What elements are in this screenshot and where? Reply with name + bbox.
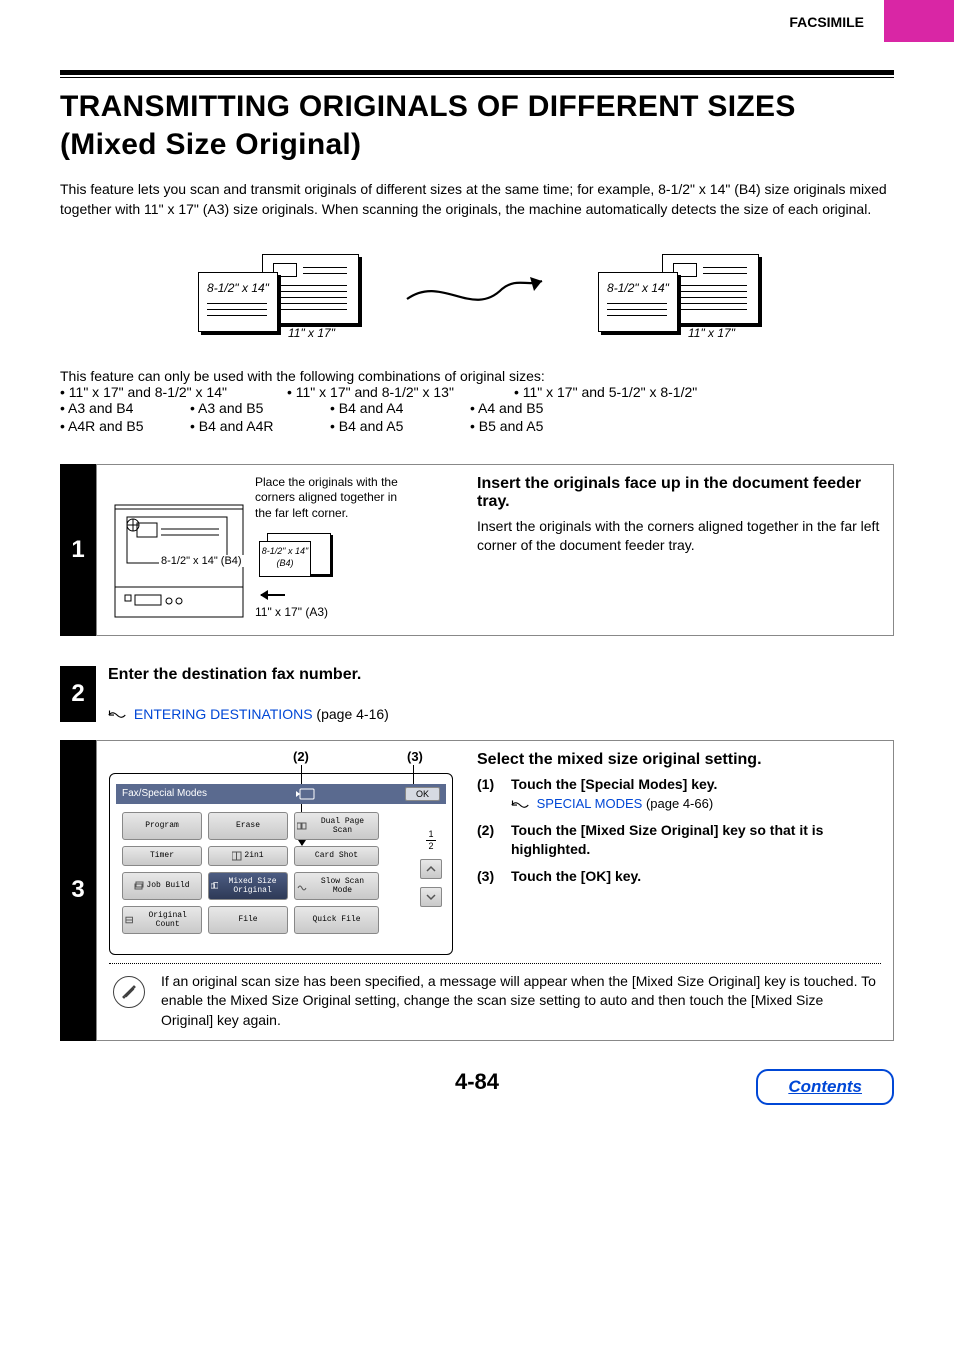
step1-body: Insert the originals with the corners al…	[477, 517, 881, 556]
two-in-one-icon	[232, 851, 242, 861]
intro-paragraph: This feature lets you scan and transmit …	[60, 179, 894, 220]
scroll-up-button[interactable]	[420, 859, 442, 879]
combo-r3c1: • A4R and B5	[60, 418, 190, 434]
back-icon	[296, 788, 316, 800]
section-color-tab	[884, 0, 954, 42]
combo-r3c4: • B5 and A5	[470, 418, 630, 434]
size-label-b2: 11" x 17"	[688, 326, 735, 340]
size-label-b: 11" x 17"	[288, 326, 335, 340]
step2-link-suffix: (page 4-16)	[313, 706, 389, 722]
paper-stack-right: 8-1/2" x 14" 11" x 17"	[592, 250, 762, 338]
dual-page-scan-button[interactable]: Dual Page Scan	[294, 812, 379, 840]
scroll-down-button[interactable]	[420, 887, 442, 907]
combo-r1c2: • 11" x 17" and 8-1/2" x 13"	[287, 384, 454, 400]
step3-item2-text: Touch the [Mixed Size Original] key so t…	[511, 821, 881, 859]
combos-intro: This feature can only be used with the f…	[60, 368, 894, 384]
pointer-icon	[511, 799, 529, 811]
note-icon	[113, 976, 145, 1008]
job-build-button[interactable]: Job Build	[122, 872, 202, 900]
step1-caption: Place the originals with the corners ali…	[255, 475, 405, 522]
combo-r3c3: • B4 and A5	[330, 418, 470, 434]
step3-heading: Select the mixed size original setting.	[477, 751, 881, 769]
size-label-a2: 8-1/2" x 14"	[599, 281, 677, 295]
entering-destinations-link[interactable]: ENTERING DESTINATIONS	[134, 706, 313, 722]
contents-button[interactable]: Contents	[756, 1069, 894, 1105]
pointer-icon	[108, 709, 126, 721]
combo-r2c4: • A4 and B5	[470, 400, 630, 416]
original-count-button[interactable]: Original Count	[122, 906, 202, 934]
page-ind-2: 2	[428, 841, 433, 851]
file-button[interactable]: File	[208, 906, 288, 934]
step3-item1-text: Touch the [Special Modes] key.	[511, 776, 717, 792]
step1-b4-italic: 8-1/2" x 14" (B4)	[260, 542, 310, 569]
step3-item3-num: (3)	[477, 867, 503, 886]
step1-a3-label: 11" x 17" (A3)	[255, 605, 328, 619]
printer-icon	[109, 475, 249, 625]
panel-title: Fax/Special Modes	[122, 788, 207, 799]
size-diagram: 8-1/2" x 14" 11" x 17"	[60, 250, 894, 338]
job-build-icon	[134, 881, 144, 891]
callout-3: (3)	[407, 749, 423, 764]
combo-r2c3: • B4 and A4	[330, 400, 470, 416]
step3-item2-num: (2)	[477, 821, 503, 859]
step3-item3-text: Touch the [OK] key.	[511, 867, 641, 886]
rule-thick	[60, 70, 894, 75]
combo-r2c1: • A3 and B4	[60, 400, 190, 416]
special-modes-link[interactable]: SPECIAL MODES	[537, 796, 643, 811]
combo-r1c1: • 11" x 17" and 8-1/2" x 14"	[60, 384, 227, 400]
step1-heading: Insert the originals face up in the docu…	[477, 475, 881, 511]
two-in-one-button[interactable]: 2in1	[208, 846, 288, 866]
mixed-size-original-button[interactable]: Mixed Size Original	[208, 872, 288, 900]
combo-r1c3: • 11" x 17" and 5-1/2" x 8-1/2"	[514, 384, 697, 400]
ok-button[interactable]: OK	[405, 787, 440, 801]
touch-panel: Fax/Special Modes OK Program Erase Du	[109, 773, 453, 955]
page-title: TRANSMITTING ORIGINALS OF DIFFERENT SIZE…	[60, 88, 894, 163]
erase-button[interactable]: Erase	[208, 812, 288, 840]
timer-button[interactable]: Timer	[122, 846, 202, 866]
arrow-left-icon	[255, 590, 285, 600]
rule-thin	[60, 77, 894, 78]
chevron-up-icon	[426, 865, 436, 873]
paper-stack-left: 8-1/2" x 14" 11" x 17"	[192, 250, 362, 338]
slow-scan-mode-button[interactable]: Slow Scan Mode	[294, 872, 379, 900]
quick-file-button[interactable]: Quick File	[294, 906, 379, 934]
step-number-1: 1	[60, 464, 96, 636]
dual-page-icon	[297, 821, 307, 831]
program-button[interactable]: Program	[122, 812, 202, 840]
step2-heading: Enter the destination fax number.	[108, 666, 882, 684]
callout-2: (2)	[293, 749, 309, 764]
slow-scan-icon	[297, 881, 307, 891]
step1-b4-label: 8-1/2" x 14" (B4)	[159, 555, 244, 567]
page-ind-1: 1	[428, 829, 433, 839]
step-number-2: 2	[60, 666, 96, 722]
step3-item1-num: (1)	[477, 775, 503, 813]
arrow-swoosh-icon	[402, 269, 552, 319]
size-label-a: 8-1/2" x 14"	[199, 281, 277, 295]
chevron-down-icon	[426, 893, 436, 901]
step3-note: If an original scan size has been specif…	[161, 972, 877, 1031]
card-shot-button[interactable]: Card Shot	[294, 846, 379, 866]
combo-r3c2: • B4 and A4R	[190, 418, 330, 434]
step3-item1-suffix: (page 4-66)	[642, 796, 713, 811]
combo-r2c2: • A3 and B5	[190, 400, 330, 416]
mixed-size-icon	[211, 881, 218, 891]
dotted-separator	[109, 963, 881, 964]
step-number-3: 3	[60, 740, 96, 1042]
original-count-icon	[125, 915, 134, 925]
